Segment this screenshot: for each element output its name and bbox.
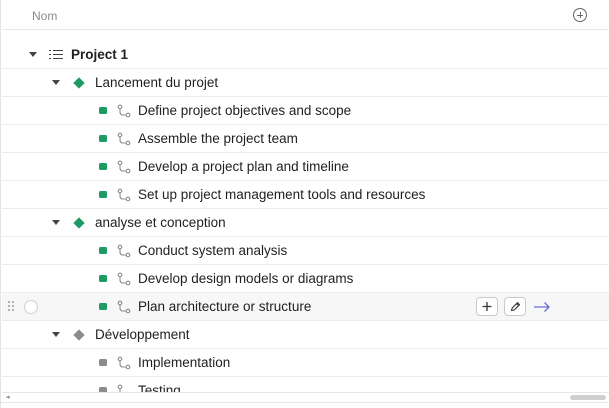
scrollbar-thumb[interactable]	[570, 395, 606, 400]
task-name[interactable]: Plan architecture or structure	[138, 299, 311, 314]
dependency-icon[interactable]	[117, 356, 131, 370]
dependency-icon[interactable]	[117, 132, 131, 146]
task-row[interactable]: Assemble the project team	[2, 125, 609, 153]
dependency-icon[interactable]	[117, 104, 131, 118]
phase-diamond-icon	[73, 77, 85, 89]
column-title-nom[interactable]: Nom	[32, 9, 57, 23]
pencil-icon	[510, 302, 521, 312]
task-name[interactable]: Implementation	[138, 355, 230, 370]
task-row[interactable]: Implementation	[2, 349, 609, 377]
task-name[interactable]: Develop a project plan and timeline	[138, 159, 349, 174]
phase-row[interactable]: analyse et conception	[2, 209, 609, 237]
dependency-icon[interactable]	[117, 244, 131, 258]
task-square-icon	[99, 303, 107, 310]
phase-diamond-icon	[73, 217, 85, 229]
dependency-icon[interactable]	[117, 272, 131, 286]
task-square-icon	[99, 163, 107, 170]
task-name[interactable]: Conduct system analysis	[138, 243, 287, 258]
task-square-icon	[99, 191, 107, 198]
chevron-down-icon[interactable]	[52, 220, 60, 225]
chevron-down-icon[interactable]	[52, 332, 60, 337]
task-square-icon	[99, 135, 107, 142]
task-row[interactable]: Develop a project plan and timeline	[2, 153, 609, 181]
task-row[interactable]: Conduct system analysis	[2, 237, 609, 265]
dependency-icon[interactable]	[117, 300, 131, 314]
task-name[interactable]: Assemble the project team	[138, 131, 298, 146]
task-square-icon	[99, 247, 107, 254]
project-row[interactable]: Project 1	[2, 41, 609, 69]
task-name[interactable]: Define project objectives and scope	[138, 103, 351, 118]
table-header: Nom	[2, 0, 609, 30]
dependency-icon[interactable]	[117, 188, 131, 202]
task-list: Project 1 Lancement du projet Define proje…	[2, 41, 609, 395]
arrow-right-icon[interactable]	[532, 299, 552, 315]
project-name[interactable]: Project 1	[71, 47, 128, 62]
phase-row[interactable]: Développement	[2, 321, 609, 349]
plus-icon	[482, 302, 492, 311]
bottom-divider	[1, 402, 609, 403]
drag-handle-icon[interactable]	[8, 301, 16, 313]
edit-task-button[interactable]	[504, 297, 526, 316]
task-row[interactable]: Set up project management tools and reso…	[2, 181, 609, 209]
chevron-down-icon[interactable]	[52, 80, 60, 85]
phase-name[interactable]: Développement	[95, 327, 190, 342]
task-row[interactable]: Plan architecture or structure	[2, 293, 609, 321]
task-name[interactable]: Set up project management tools and reso…	[138, 187, 425, 202]
phase-name[interactable]: Lancement du projet	[95, 75, 218, 90]
phase-name[interactable]: analyse et conception	[95, 215, 226, 230]
task-row[interactable]: Develop design models or diagrams	[2, 265, 609, 293]
list-icon	[49, 49, 63, 61]
task-square-icon	[99, 359, 107, 366]
select-radio[interactable]	[24, 300, 38, 314]
task-square-icon	[99, 275, 107, 282]
task-square-icon	[99, 107, 107, 114]
plus-circle-icon[interactable]	[573, 8, 587, 22]
phase-diamond-icon	[73, 329, 85, 341]
add-subtask-button[interactable]	[476, 297, 498, 316]
task-row[interactable]: Define project objectives and scope	[2, 97, 609, 125]
chevron-down-icon[interactable]	[29, 52, 37, 57]
scroll-left-icon[interactable]: ◂	[6, 394, 10, 401]
task-tree-panel: Nom Project 1 Lancement du projet Define p…	[0, 0, 609, 408]
task-name[interactable]: Develop design models or diagrams	[138, 271, 353, 286]
phase-row[interactable]: Lancement du projet	[2, 69, 609, 97]
horizontal-scrollbar[interactable]: ◂	[2, 392, 609, 401]
dependency-icon[interactable]	[117, 160, 131, 174]
